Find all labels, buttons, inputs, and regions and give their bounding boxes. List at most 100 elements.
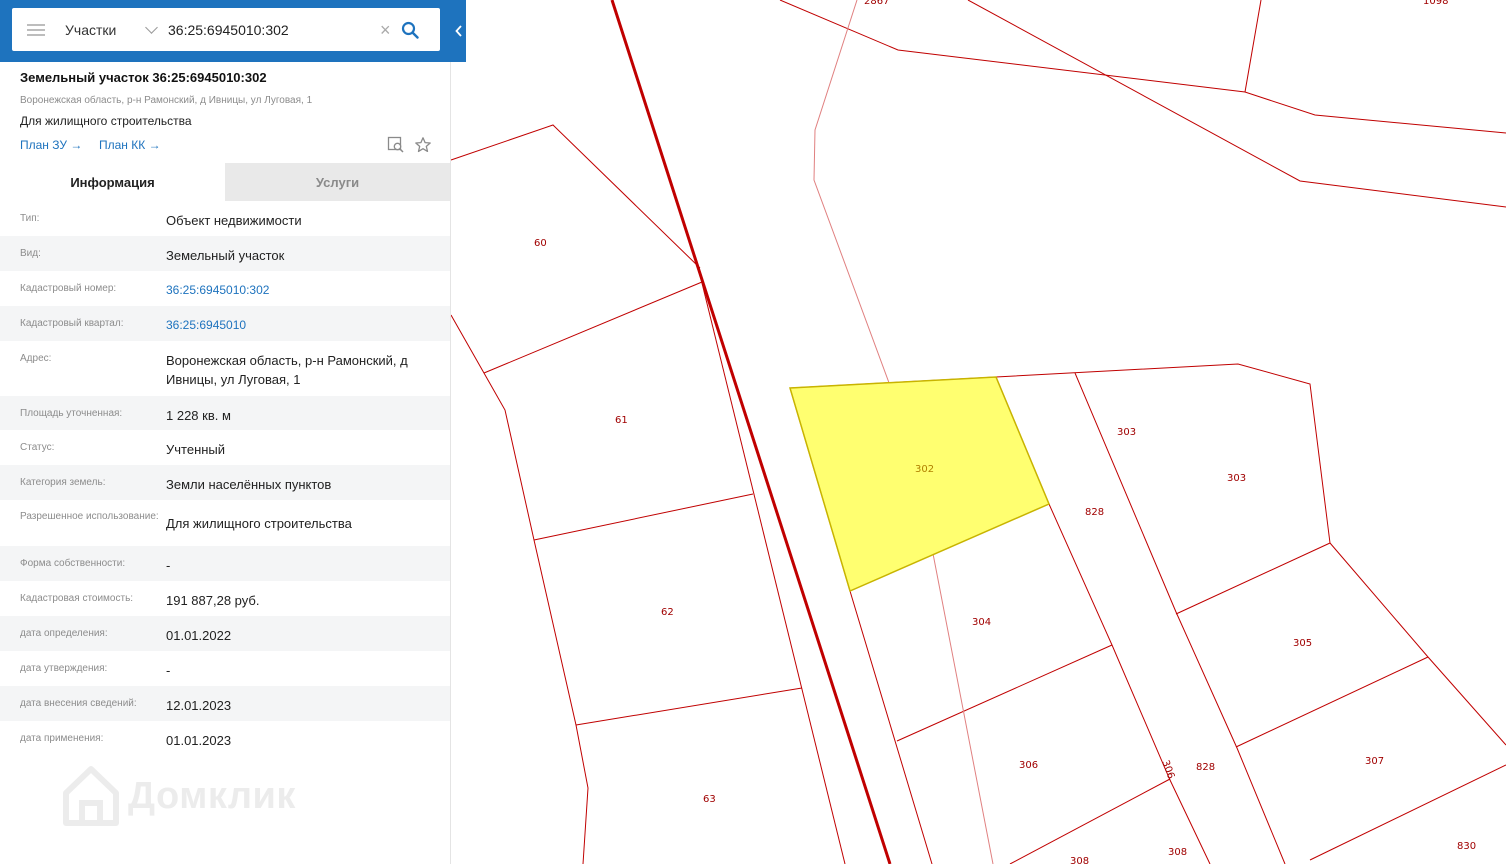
parcel-label: 308	[1070, 856, 1089, 864]
parcel-label: 303	[1227, 473, 1246, 484]
tab-information[interactable]: Информация	[0, 163, 225, 201]
parcel-boundary	[779, 0, 1506, 134]
info-table: Тип: Объект недвижимости Вид: Земельный уч…	[0, 201, 450, 756]
info-row-type: Тип: Объект недвижимости	[0, 201, 450, 236]
object-purpose: Для жилищного строительства	[20, 114, 192, 128]
info-value: Объект недвижимости	[166, 213, 302, 228]
info-key: Кадастровый номер:	[20, 283, 117, 294]
parcel-boundary	[1074, 372, 1286, 864]
object-title: Земельный участок 36:25:6945010:302	[20, 70, 267, 85]
cadastral-quarter-link[interactable]: 36:25:6945010	[166, 306, 440, 341]
info-key: Вид:	[20, 248, 41, 259]
parcel-boundary	[1048, 503, 1211, 864]
info-row-entry-date: дата внесения сведений: 12.01.2023	[0, 686, 450, 721]
parcel-boundary	[533, 493, 754, 541]
info-row-cadastral-value: Кадастровая стоимость: 191 887,28 руб.	[0, 581, 450, 616]
parcel-label: 63	[703, 794, 716, 805]
search-icon[interactable]	[399, 19, 421, 41]
info-value: 01.01.2022	[166, 628, 232, 643]
info-value: 01.01.2023	[166, 733, 232, 748]
info-key: дата применения:	[20, 733, 104, 744]
panel-tabs: Информация Услуги	[0, 163, 450, 201]
object-address: Воронежская область, р-н Рамонский, д Ив…	[20, 95, 313, 106]
info-row-land-category: Категория земель: Земли населённых пункто…	[0, 465, 450, 500]
selected-parcel-302[interactable]	[789, 376, 1050, 593]
info-value: Земли населённых пунктов	[166, 477, 332, 492]
brand-text: Домклик	[128, 774, 296, 817]
parcel-boundary	[1235, 656, 1429, 748]
parcel-label: 307	[1365, 756, 1384, 767]
info-key: Адрес:	[20, 353, 52, 364]
parcel-boundary	[1175, 542, 1331, 615]
info-row-approval-date: дата утверждения: -	[0, 651, 450, 686]
info-row-kind: Вид: Земельный участок	[0, 236, 450, 271]
close-icon[interactable]: ×	[380, 21, 391, 39]
parcel-label: 60	[534, 238, 547, 249]
info-row-status: Статус: Учтенный	[0, 430, 450, 465]
parcel-label: 1098	[1423, 0, 1448, 7]
info-value: -	[166, 663, 171, 678]
plan-kk-link[interactable]: План КК →	[99, 138, 161, 152]
parcel-label: 304	[972, 617, 991, 628]
chevron-down-icon[interactable]	[145, 20, 158, 34]
info-row-permitted-use: Разрешенное использование: Для жилищного …	[0, 500, 450, 546]
info-row-application-date: дата применения: 01.01.2023	[0, 721, 450, 756]
parcel-label: 830	[1457, 841, 1476, 852]
info-value: -	[166, 558, 171, 573]
info-key: Площадь уточненная:	[20, 408, 123, 419]
info-value: 1 228 кв. м	[166, 408, 231, 423]
parcel-label: 303	[1117, 427, 1136, 438]
parcel-boundary	[1329, 542, 1506, 746]
info-key: Форма собственности:	[20, 558, 126, 569]
parcel-label: 302	[915, 464, 934, 475]
parcel-boundary	[450, 314, 589, 864]
info-key: дата утверждения:	[20, 663, 108, 674]
parcel-label: 306	[1019, 760, 1038, 771]
zoom-to-object-icon[interactable]	[387, 136, 405, 154]
parcel-boundary	[483, 281, 703, 374]
parcel-label: 308	[1168, 847, 1187, 858]
star-icon[interactable]	[414, 136, 432, 154]
parcel-boundary	[896, 644, 1113, 742]
layer-select[interactable]: Участки	[65, 22, 127, 38]
info-row-determination-date: дата определения: 01.01.2022	[0, 616, 450, 651]
parcel-label: 2867	[864, 0, 889, 7]
tab-services[interactable]: Услуги	[225, 163, 450, 201]
parcel-boundary	[1244, 0, 1262, 93]
parcel-label: 828	[1196, 762, 1215, 773]
info-panel: Земельный участок 36:25:6945010:302 Воро…	[0, 0, 451, 864]
parcel-boundary	[450, 124, 701, 269]
info-key: Статус:	[20, 442, 55, 453]
info-row-cadastral-quarter: Кадастровый квартал: 36:25:6945010	[0, 306, 450, 341]
plan-zu-link[interactable]: План ЗУ →	[20, 138, 82, 152]
info-value: 191 887,28 руб.	[166, 593, 260, 608]
info-key: дата внесения сведений:	[20, 698, 137, 709]
parcel-boundary	[1309, 764, 1506, 861]
search-bar: Участки ×	[0, 0, 466, 62]
info-key: дата определения:	[20, 628, 108, 639]
info-row-ownership: Форма собственности: -	[0, 546, 450, 581]
info-value: Земельный участок	[166, 248, 285, 263]
info-row-cadastral-number: Кадастровый номер: 36:25:6945010:302	[0, 271, 450, 306]
info-value: Воронежская область, р-н Рамонский, д Ив…	[166, 353, 408, 387]
info-key: Разрешенное использование:	[20, 511, 159, 522]
info-key: Тип:	[20, 213, 40, 224]
search-box: Участки ×	[12, 8, 440, 51]
info-value: Учтенный	[166, 442, 226, 457]
parcel-boundary	[1009, 778, 1171, 864]
info-key: Кадастровый квартал:	[20, 318, 124, 329]
collapse-panel-button[interactable]	[451, 0, 466, 62]
domclick-logo: Домклик	[62, 765, 296, 827]
info-row-address: Адрес: Воронежская область, р-н Рамонский…	[0, 341, 450, 396]
chevron-left-icon	[454, 25, 462, 37]
parcel-boundary	[967, 0, 1506, 208]
parcel-boundary	[699, 274, 846, 864]
info-key: Категория земель:	[20, 477, 106, 488]
parcel-label: 828	[1085, 507, 1104, 518]
search-input[interactable]	[168, 21, 368, 38]
menu-icon[interactable]	[27, 23, 47, 37]
parcel-label: 62	[661, 607, 674, 618]
info-value: 12.01.2023	[166, 698, 232, 713]
cadastral-number-link[interactable]: 36:25:6945010:302	[166, 271, 440, 306]
parcel-label: 305	[1293, 638, 1312, 649]
